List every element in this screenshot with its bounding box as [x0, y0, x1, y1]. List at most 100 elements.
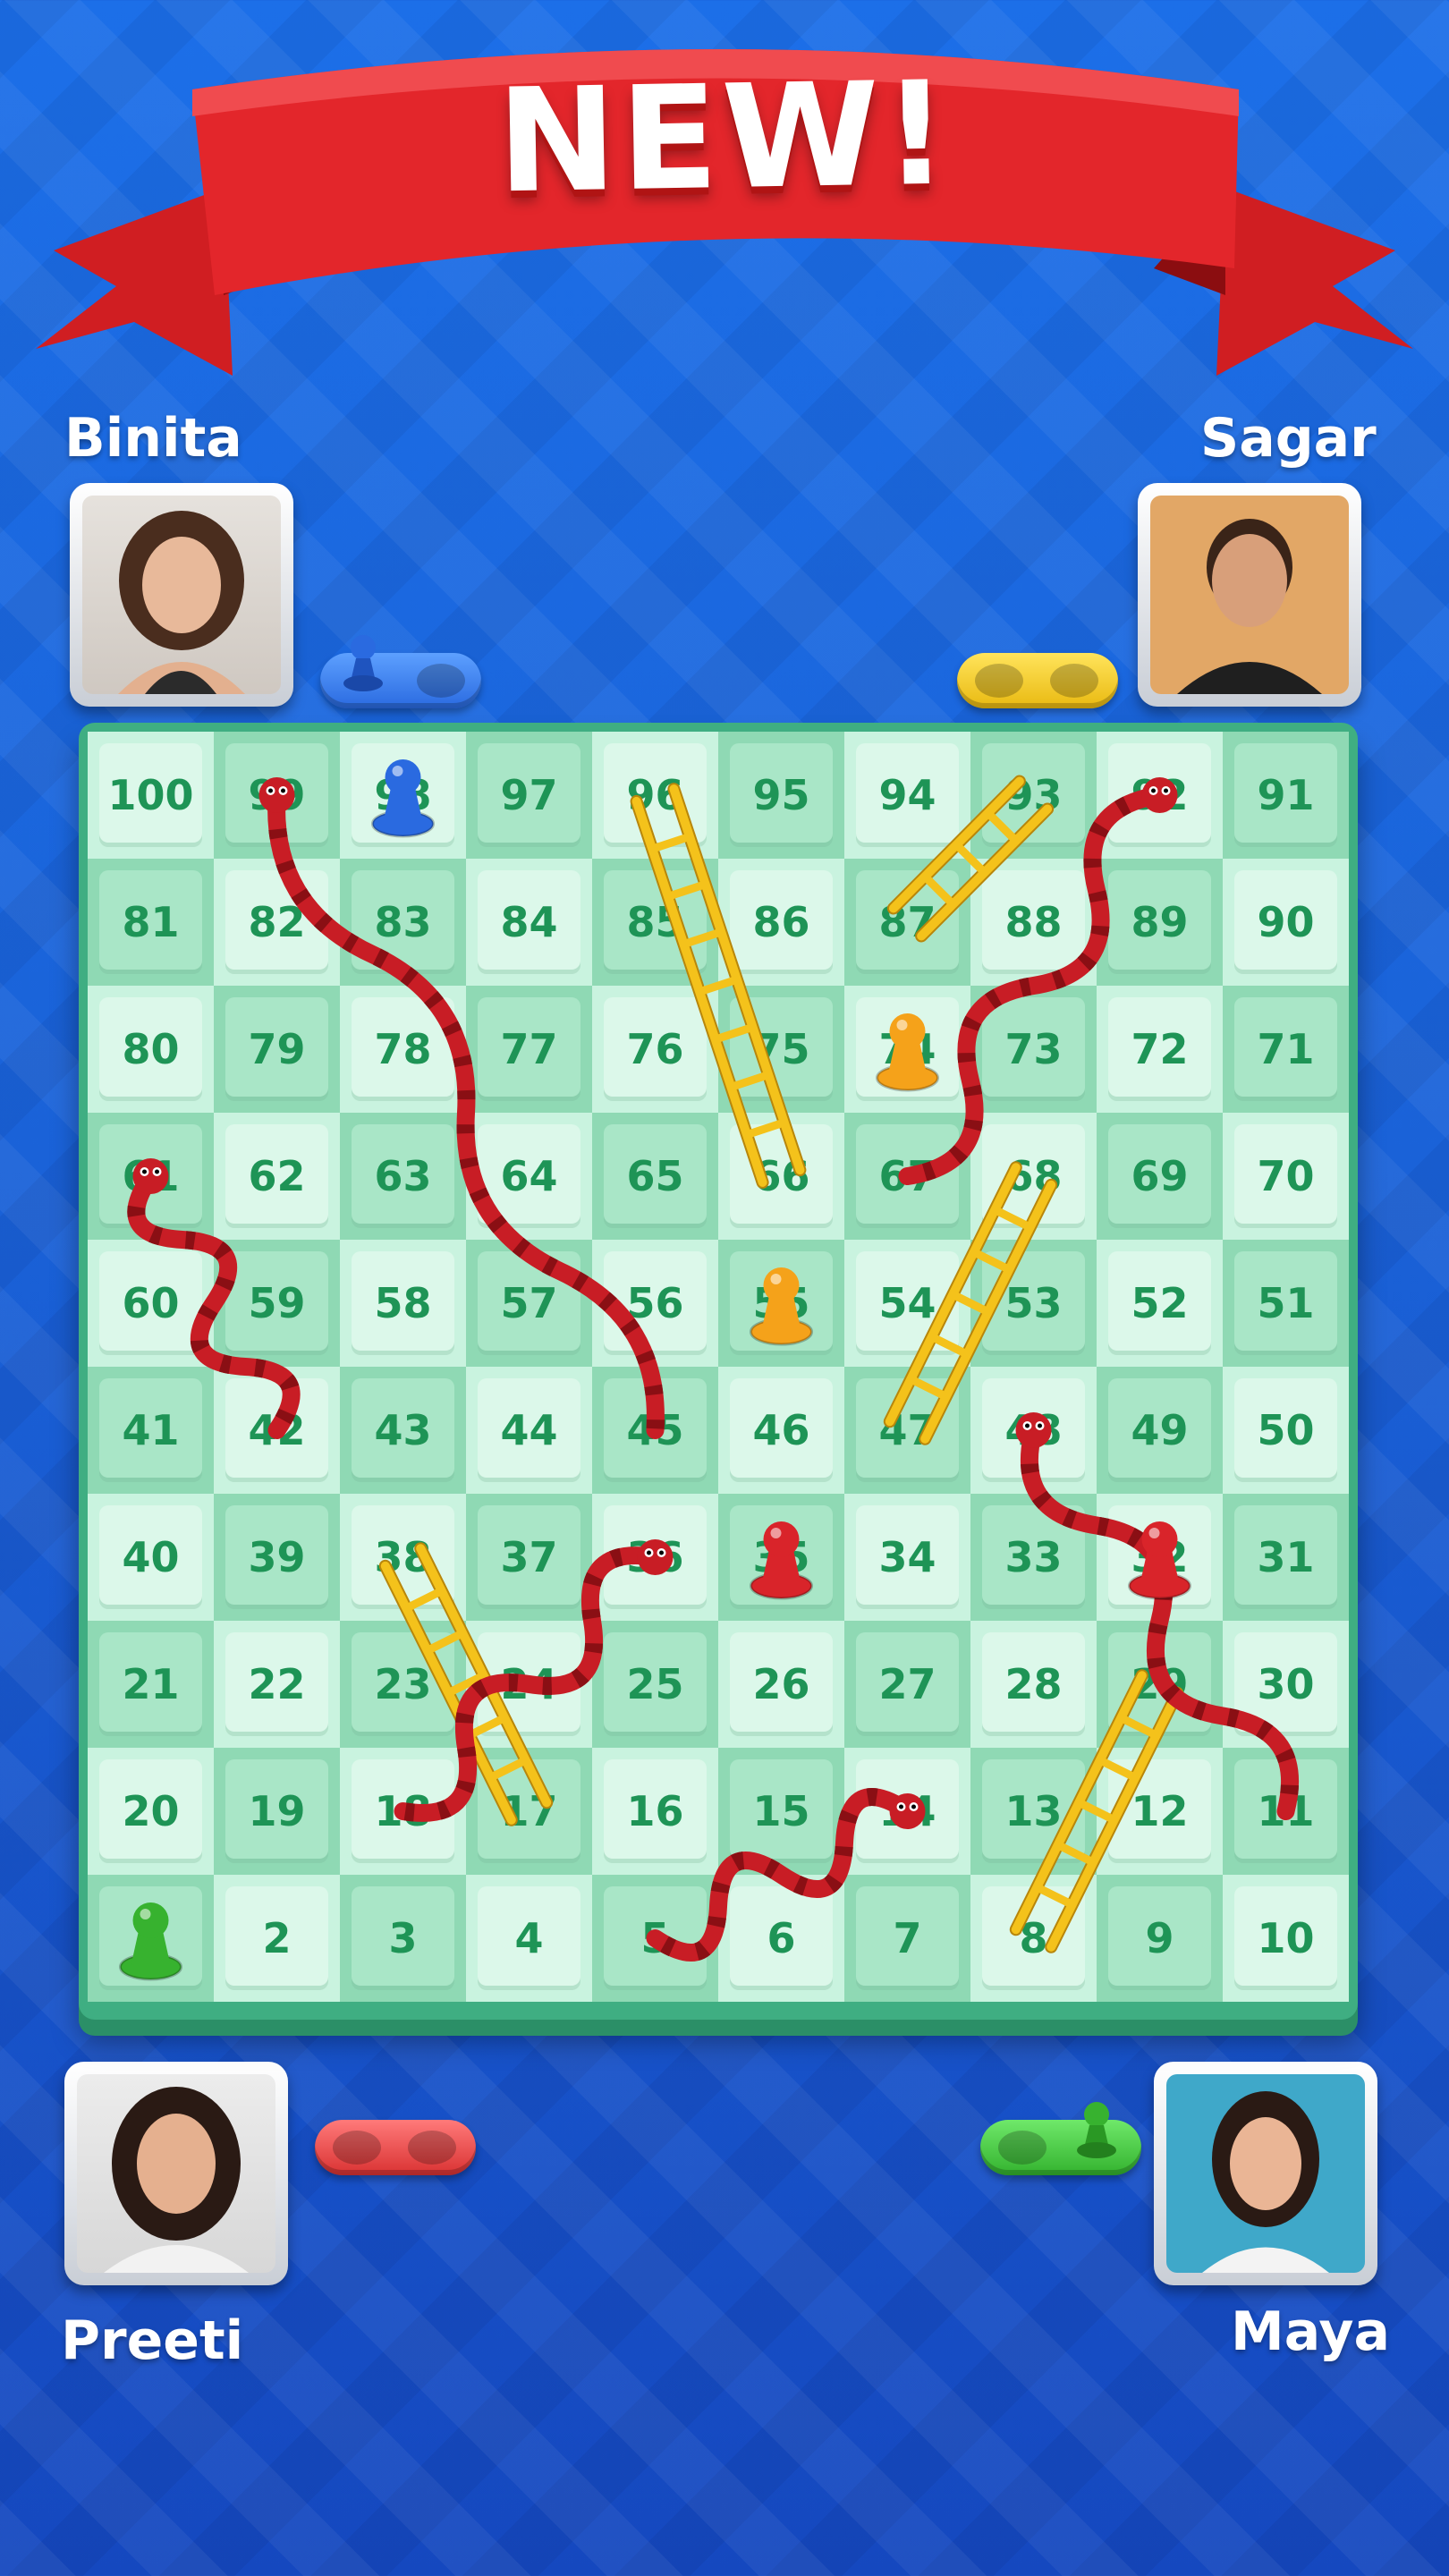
board-square: 34 — [844, 1494, 970, 1621]
board-square: 85 — [592, 859, 718, 986]
square-number: 97 — [477, 742, 581, 848]
board-square: 45 — [592, 1367, 718, 1494]
avatar-binita[interactable] — [70, 483, 293, 707]
square-number: 75 — [729, 996, 834, 1102]
board-square: 81 — [88, 859, 214, 986]
board-square: 68 — [970, 1113, 1097, 1240]
board-square: 94 — [844, 732, 970, 859]
square-number: 1 — [98, 1885, 203, 1991]
square-number: 85 — [603, 869, 708, 975]
board-square: 56 — [592, 1240, 718, 1367]
board-square: 6 — [718, 1875, 844, 2002]
board-square: 44 — [466, 1367, 592, 1494]
avatar-maya[interactable] — [1154, 2062, 1377, 2285]
square-number: 43 — [351, 1377, 455, 1483]
board-square: 86 — [718, 859, 844, 986]
square-number: 12 — [1107, 1758, 1212, 1864]
board-square: 51 — [1223, 1240, 1349, 1367]
board-square: 14 — [844, 1748, 970, 1875]
square-number: 53 — [981, 1250, 1086, 1356]
portrait-maya — [1202, 2091, 1329, 2273]
board-square: 93 — [970, 732, 1097, 859]
board-square: 41 — [88, 1367, 214, 1494]
square-number: 95 — [729, 742, 834, 848]
board-square: 53 — [970, 1240, 1097, 1367]
square-number: 40 — [98, 1504, 203, 1610]
board-square: 99 — [214, 732, 340, 859]
avatar-sagar[interactable] — [1138, 483, 1361, 707]
token-tray-sagar — [957, 653, 1118, 708]
square-number: 87 — [855, 869, 960, 975]
board-square: 76 — [592, 986, 718, 1113]
square-number: 83 — [351, 869, 455, 975]
square-number: 52 — [1107, 1250, 1212, 1356]
square-number: 57 — [477, 1250, 581, 1356]
square-number: 92 — [1107, 742, 1212, 848]
square-number: 23 — [351, 1631, 455, 1737]
board-square: 48 — [970, 1367, 1097, 1494]
square-number: 46 — [729, 1377, 834, 1483]
board-square: 90 — [1223, 859, 1349, 986]
square-number: 24 — [477, 1631, 581, 1737]
board-square: 57 — [466, 1240, 592, 1367]
square-number: 86 — [729, 869, 834, 975]
board-square: 79 — [214, 986, 340, 1113]
avatar-preeti[interactable] — [64, 2062, 288, 2285]
square-number: 89 — [1107, 869, 1212, 975]
square-number: 74 — [855, 996, 960, 1102]
board-square: 78 — [340, 986, 466, 1113]
square-number: 36 — [603, 1504, 708, 1610]
square-number: 14 — [855, 1758, 960, 1864]
square-number: 8 — [981, 1885, 1086, 1991]
board-square: 96 — [592, 732, 718, 859]
square-number: 63 — [351, 1123, 455, 1229]
board-square: 60 — [88, 1240, 214, 1367]
board-square: 50 — [1223, 1367, 1349, 1494]
portrait-binita — [118, 511, 245, 694]
board-square: 15 — [718, 1748, 844, 1875]
token-tray-maya — [980, 2102, 1141, 2175]
square-number: 84 — [477, 869, 581, 975]
square-number: 64 — [477, 1123, 581, 1229]
board-square: 2 — [214, 1875, 340, 2002]
square-number: 71 — [1233, 996, 1338, 1102]
player-name-sagar: Sagar — [1200, 407, 1377, 470]
square-number: 51 — [1233, 1250, 1338, 1356]
square-number: 99 — [225, 742, 329, 848]
board-square: 63 — [340, 1113, 466, 1240]
board-square: 43 — [340, 1367, 466, 1494]
square-number: 98 — [351, 742, 455, 848]
square-number: 16 — [603, 1758, 708, 1864]
board-square: 26 — [718, 1621, 844, 1748]
board-square: 20 — [88, 1748, 214, 1875]
square-number: 62 — [225, 1123, 329, 1229]
board-square: 64 — [466, 1113, 592, 1240]
board-square: 23 — [340, 1621, 466, 1748]
tray-pawn-green-icon — [1077, 2102, 1116, 2158]
board-square: 17 — [466, 1748, 592, 1875]
square-number: 65 — [603, 1123, 708, 1229]
board-square: 7 — [844, 1875, 970, 2002]
square-number: 78 — [351, 996, 455, 1102]
board-square: 91 — [1223, 732, 1349, 859]
square-number: 82 — [225, 869, 329, 975]
board-square: 37 — [466, 1494, 592, 1621]
banner-title: NEW! — [496, 49, 953, 225]
board-square: 42 — [214, 1367, 340, 1494]
square-number: 61 — [98, 1123, 203, 1229]
square-number: 47 — [855, 1377, 960, 1483]
board-square: 8 — [970, 1875, 1097, 2002]
square-number: 15 — [729, 1758, 834, 1864]
board-square: 66 — [718, 1113, 844, 1240]
board-square: 24 — [466, 1621, 592, 1748]
board-square: 59 — [214, 1240, 340, 1367]
square-number: 21 — [98, 1631, 203, 1737]
board-square: 55 — [718, 1240, 844, 1367]
square-number: 59 — [225, 1250, 329, 1356]
board-square: 9 — [1097, 1875, 1223, 2002]
square-number: 93 — [981, 742, 1086, 848]
square-number: 26 — [729, 1631, 834, 1737]
board-square: 13 — [970, 1748, 1097, 1875]
board-square: 4 — [466, 1875, 592, 2002]
square-number: 13 — [981, 1758, 1086, 1864]
